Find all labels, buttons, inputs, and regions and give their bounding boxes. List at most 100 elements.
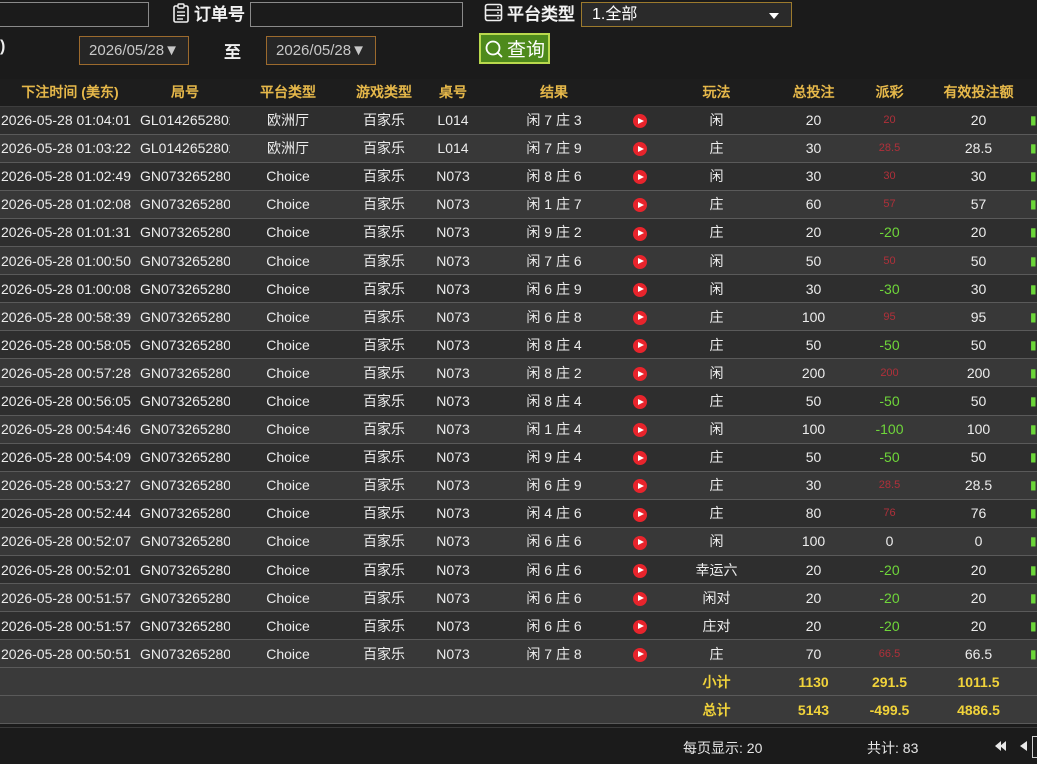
date-to-picker[interactable]: 2026/05/28▼ [266, 36, 376, 65]
status-icon: ▮ [1030, 141, 1037, 156]
cell-bet-time: 2026-05-28 01:03:22 [0, 134, 140, 163]
play-video-icon[interactable] [633, 338, 647, 353]
col-payout[interactable]: 派彩 [850, 79, 929, 107]
round-number-input[interactable] [0, 2, 149, 27]
order-number-input[interactable] [250, 2, 463, 27]
play-video-icon[interactable] [633, 591, 647, 606]
play-video-icon[interactable] [633, 198, 647, 213]
cell-bet-time: 2026-05-28 01:01:31 [0, 218, 140, 247]
cell-replay [624, 162, 656, 191]
play-video-icon[interactable] [633, 142, 647, 157]
table-row[interactable]: 2026-05-28 01:02:08GN0732652802IChoice百家… [0, 190, 1037, 219]
cell-bet-time: 2026-05-28 00:52:07 [0, 527, 140, 557]
play-video-icon[interactable] [633, 226, 647, 241]
cell-valid-bet: 20 [929, 106, 1028, 135]
play-video-icon[interactable] [633, 423, 647, 438]
play-video-icon[interactable] [633, 254, 647, 269]
cell-payout: 0 [850, 527, 929, 557]
cell-replay [624, 134, 656, 163]
cell-game-type: 百家乐 [346, 330, 422, 360]
search-button[interactable]: 查询 [479, 33, 550, 64]
cell-payout: -50 [850, 386, 929, 416]
col-replay [624, 79, 656, 107]
cell-valid-bet: 200 [929, 358, 1028, 388]
cell-bet-type: 闲 [656, 106, 777, 135]
cell-result: 闲 7 庄 3 [484, 106, 624, 135]
platform-type-select[interactable]: 1.全部 [581, 2, 792, 27]
table-row[interactable]: 2026-05-28 00:52:01GN07326528023Choice百家… [0, 555, 1037, 585]
cell-result: 闲 7 庄 8 [484, 639, 624, 669]
cell-total-bet: 100 [777, 302, 850, 332]
col-result[interactable]: 结果 [484, 79, 624, 107]
date-from-picker[interactable]: 2026/05/28▼ [79, 36, 189, 65]
cell-round-number: GN07326528023 [140, 611, 230, 641]
cell-status: ▮ [1028, 443, 1037, 472]
table-row[interactable]: 2026-05-28 00:58:39GN0732652802DChoice百家… [0, 302, 1037, 332]
table-row[interactable]: 2026-05-28 00:57:28GN0732652802BChoice百家… [0, 358, 1037, 388]
col-bet-time[interactable]: 下注时间 (美东) [0, 79, 140, 107]
page-number-input[interactable] [1032, 736, 1037, 758]
table-row[interactable]: 2026-05-28 01:04:01GL01426528029欧洲厅百家乐L0… [0, 106, 1037, 135]
first-page-icon[interactable] [995, 741, 1007, 751]
col-total-bet[interactable]: 总投注 [777, 79, 850, 107]
col-bet-type[interactable]: 玩法 [656, 79, 777, 107]
table-row[interactable]: 2026-05-28 00:56:05GN07326528029Choice百家… [0, 386, 1037, 416]
play-video-icon[interactable] [633, 563, 647, 578]
status-icon: ▮ [1030, 337, 1037, 352]
cell-result: 闲 6 庄 8 [484, 302, 624, 332]
play-video-icon[interactable] [633, 282, 647, 297]
col-round-number[interactable]: 局号 [140, 79, 230, 107]
play-video-icon[interactable] [633, 647, 647, 662]
play-video-icon[interactable] [633, 395, 647, 410]
cell-bet-type: 闲 [656, 415, 777, 444]
cell-bet-time: 2026-05-28 01:02:49 [0, 162, 140, 191]
cell-table-number: N073 [422, 415, 484, 444]
cell-platform: Choice [230, 555, 346, 585]
cell-platform: Choice [230, 218, 346, 247]
play-video-icon[interactable] [633, 451, 647, 466]
table-row[interactable]: 2026-05-28 00:51:57GN07326528023Choice百家… [0, 583, 1037, 613]
status-icon: ▮ [1030, 225, 1037, 240]
table-row[interactable]: 2026-05-28 00:51:57GN07326528023Choice百家… [0, 611, 1037, 641]
cell-round-number: GN07326528027 [140, 415, 230, 444]
play-video-icon[interactable] [633, 507, 647, 522]
cell-round-number: GN0732652802B [140, 358, 230, 388]
play-video-icon[interactable] [633, 479, 647, 494]
table-row[interactable]: 2026-05-28 00:52:07GN07326528023Choice百家… [0, 527, 1037, 557]
cell-table-number: N073 [422, 330, 484, 360]
summary-valid-bet: 1011.5 [929, 667, 1028, 697]
play-video-icon[interactable] [633, 535, 647, 550]
table-row[interactable]: 2026-05-28 01:00:50GN0732652802GChoice百家… [0, 246, 1037, 276]
cell-platform: Choice [230, 358, 346, 388]
table-row[interactable]: 2026-05-28 00:52:44GN07326528024Choice百家… [0, 499, 1037, 528]
table-row[interactable]: 2026-05-28 00:54:46GN07326528027Choice百家… [0, 415, 1037, 444]
table-row[interactable]: 2026-05-28 01:03:22GL01426528028欧洲厅百家乐L0… [0, 134, 1037, 163]
col-table-number[interactable]: 桌号 [422, 79, 484, 107]
play-video-icon[interactable] [633, 310, 647, 325]
cell-replay [624, 639, 656, 669]
play-video-icon[interactable] [633, 367, 647, 382]
table-row[interactable]: 2026-05-28 01:01:31GN0732652802HChoice百家… [0, 218, 1037, 247]
play-video-icon[interactable] [633, 619, 647, 634]
cell-replay [624, 358, 656, 388]
table-row[interactable]: 2026-05-28 00:58:05GN0732652802CChoice百家… [0, 330, 1037, 360]
table-row[interactable]: 2026-05-28 00:50:51GN07326528021Choice百家… [0, 639, 1037, 669]
col-platform[interactable]: 平台类型 [230, 79, 346, 107]
table-row[interactable]: 2026-05-28 01:00:08GN0732652802FChoice百家… [0, 274, 1037, 304]
prev-page-icon[interactable] [1020, 741, 1027, 751]
cell-platform: Choice [230, 471, 346, 500]
cell-bet-time: 2026-05-28 00:52:01 [0, 555, 140, 585]
table-header-row: 下注时间 (美东) 局号 平台类型 游戏类型 桌号 结果 玩法 总投注 派彩 有… [0, 79, 1037, 107]
col-valid-bet[interactable]: 有效投注额 [929, 79, 1028, 107]
grand-total-row: 总计 5143 -499.5 4886.5 [0, 695, 1037, 725]
cell-payout: 50 [850, 246, 929, 276]
col-game-type[interactable]: 游戏类型 [346, 79, 422, 107]
table-row[interactable]: 2026-05-28 01:02:49GN0732652802JChoice百家… [0, 162, 1037, 191]
play-video-icon[interactable] [633, 170, 647, 185]
table-row[interactable]: 2026-05-28 00:53:27GN07326528025Choice百家… [0, 471, 1037, 500]
table-row[interactable]: 2026-05-28 00:54:09GN07326528026Choice百家… [0, 443, 1037, 472]
cell-result: 闲 9 庄 4 [484, 443, 624, 472]
cell-total-bet: 20 [777, 106, 850, 135]
cell-payout: -20 [850, 555, 929, 585]
play-video-icon[interactable] [633, 114, 647, 129]
